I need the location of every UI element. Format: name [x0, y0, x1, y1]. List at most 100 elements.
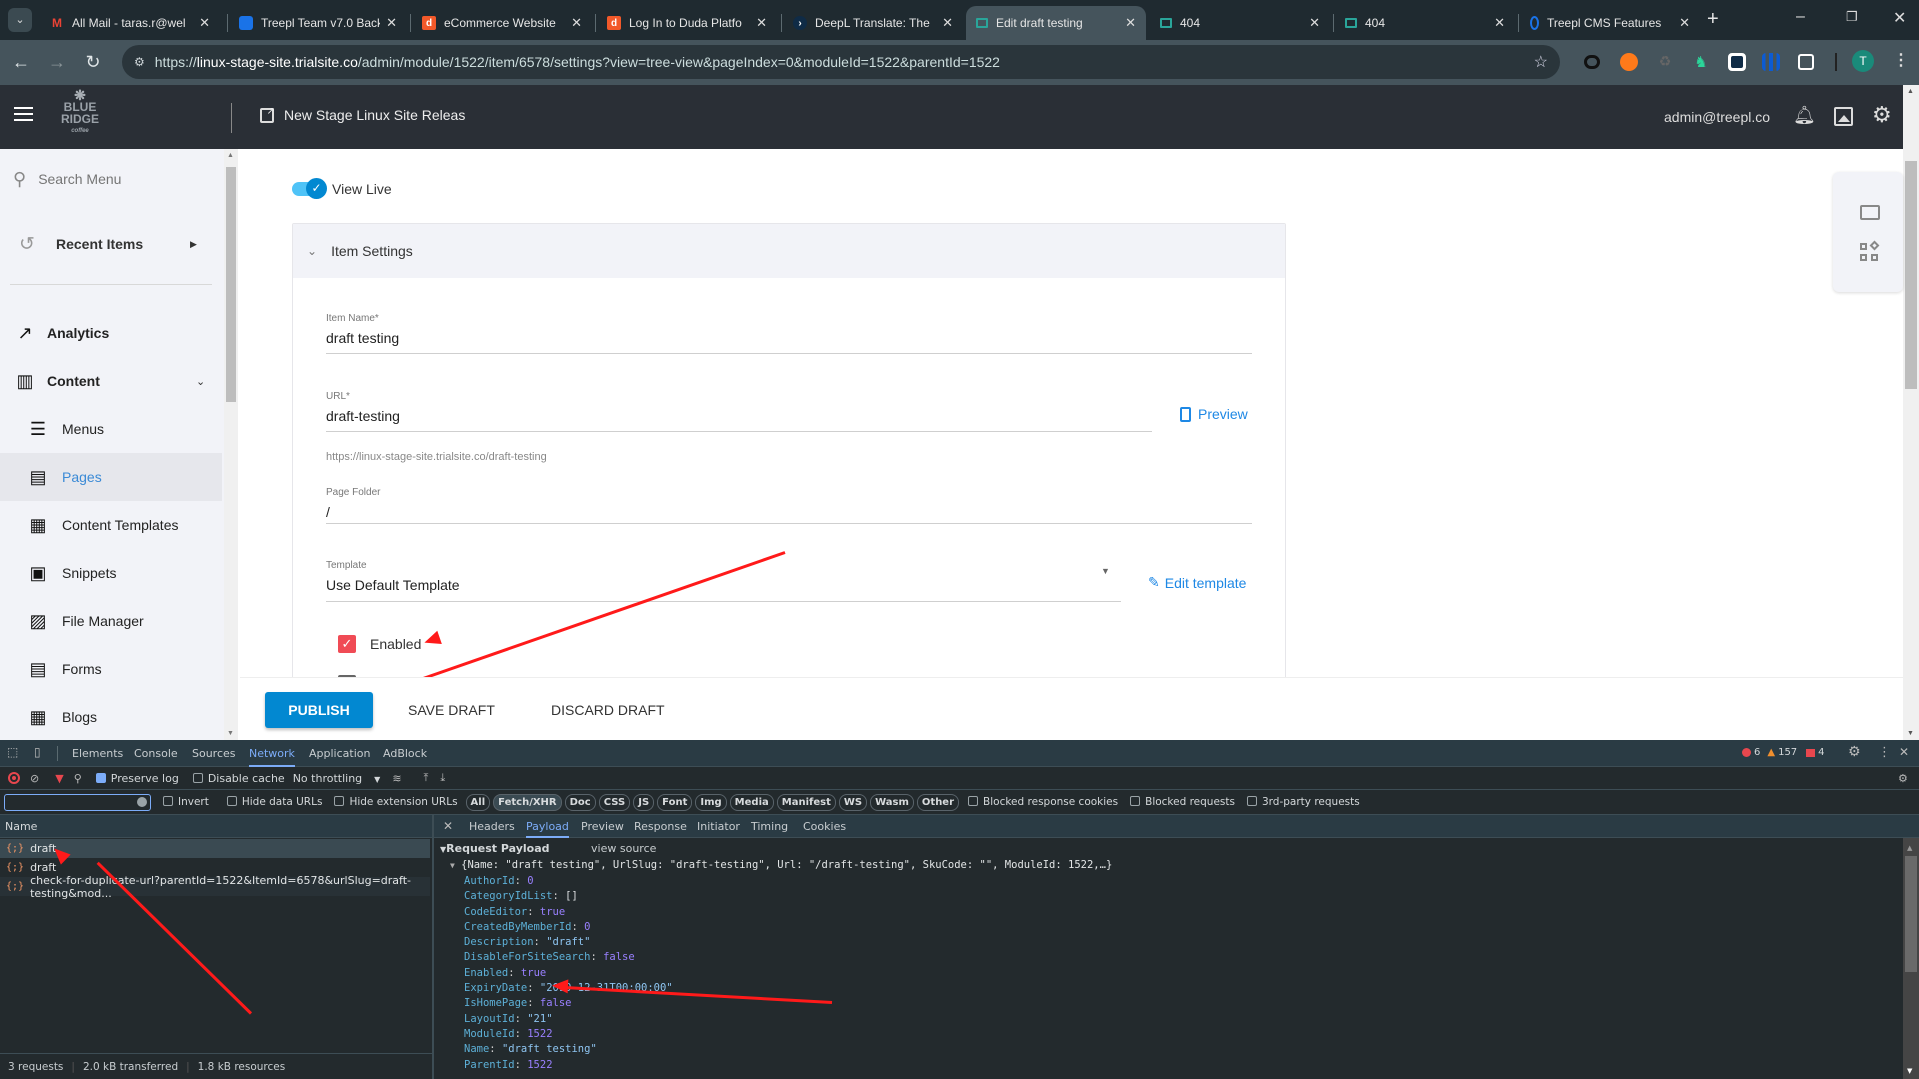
detail-tab-response[interactable]: Response [634, 815, 687, 838]
site-info-icon[interactable]: ⚙ [134, 55, 145, 69]
payload-scroll-thumb[interactable] [1905, 856, 1917, 972]
payload-field[interactable]: DisableForSiteSearch: false [464, 951, 1890, 966]
browser-tab[interactable]: d Log In to Duda Platfo ✕ [597, 6, 777, 40]
devtools-tab-adblock[interactable]: AdBlock [383, 740, 427, 767]
filter-chip-other[interactable]: Other [916, 793, 960, 811]
folder-icon[interactable] [1860, 205, 1880, 220]
dropdown-arrow-icon[interactable]: ▼ [1101, 566, 1110, 576]
sidebar-item-content[interactable]: ▥ Content ⌄ [0, 357, 222, 405]
extension-link-icon[interactable] [1584, 55, 1600, 69]
close-tab-icon[interactable]: ✕ [199, 15, 210, 31]
filter-chip-font[interactable]: Font [657, 793, 693, 811]
requests-detail-divider[interactable] [432, 815, 434, 1079]
devtools-tab-application[interactable]: Application [309, 740, 370, 767]
hamburger-menu-icon[interactable] [14, 107, 33, 121]
sidebar-item-forms[interactable]: ▤ Forms [0, 645, 222, 693]
device-toolbar-icon[interactable]: ▯ [34, 745, 41, 759]
sidebar-item-file-manager[interactable]: ▨ File Manager [0, 597, 222, 645]
payload-field[interactable]: CategoryIdList: [] [464, 890, 1890, 905]
restore-window-button[interactable]: ❐ [1846, 9, 1858, 25]
browser-tab[interactable]: 404 ✕ [1150, 6, 1330, 40]
widgets-icon[interactable] [1860, 240, 1880, 262]
browser-tab[interactable]: d eCommerce Website ✕ [412, 6, 592, 40]
payload-field[interactable]: CodeEditor: true [464, 906, 1890, 921]
third-party-checkbox[interactable]: 3rd-party requests [1246, 796, 1360, 808]
close-tab-icon[interactable]: ✕ [386, 15, 397, 31]
filter-chip-js[interactable]: JS [633, 793, 655, 811]
record-stop-icon[interactable] [8, 772, 20, 784]
toggle-switch[interactable]: ✓ [292, 178, 327, 199]
page-folder-input[interactable]: / [326, 504, 330, 520]
notifications-bell-icon[interactable]: 🔔︎ [1793, 105, 1816, 126]
filter-chip-css[interactable]: CSS [598, 793, 631, 811]
payload-field[interactable]: LayoutId: "21" [464, 1013, 1890, 1028]
detail-tab-initiator[interactable]: Initiator [697, 815, 740, 838]
devtools-tab-elements[interactable]: Elements [72, 740, 123, 767]
detail-tab-cookies[interactable]: Cookies [803, 815, 846, 838]
filter-chip-doc[interactable]: Doc [564, 793, 596, 811]
browser-tab[interactable]: Edit draft testing ✕ [966, 6, 1146, 40]
preview-link[interactable]: Preview [1180, 406, 1248, 422]
devtools-close-icon[interactable]: ✕ [1899, 745, 1909, 759]
back-button[interactable]: ← [10, 52, 32, 73]
media-image-icon[interactable] [1834, 107, 1853, 126]
url-input[interactable]: draft-testing [326, 408, 400, 424]
clear-log-icon[interactable]: ⊘ [30, 772, 39, 785]
view-live-toggle[interactable]: ✓ View Live [292, 178, 392, 199]
devtools-tab-sources[interactable]: Sources [192, 740, 236, 767]
extension-deepl-icon[interactable] [1728, 53, 1746, 71]
sidebar-item-menus[interactable]: ☰ Menus [0, 405, 222, 453]
close-tab-icon[interactable]: ✕ [1309, 15, 1320, 31]
blocked-requests-checkbox[interactable]: Blocked requests [1130, 796, 1235, 808]
extension-recycle-icon[interactable]: ♻ [1656, 53, 1674, 71]
edit-template-link[interactable]: ✎ Edit template [1148, 574, 1246, 591]
hide-data-urls-checkbox[interactable]: Hide data URLs [226, 796, 322, 808]
disable-cache-checkbox[interactable]: Disable cache [192, 772, 285, 785]
detail-tab-timing[interactable]: Timing [751, 815, 788, 838]
filter-chip-media[interactable]: Media [729, 793, 774, 811]
preserve-log-checkbox[interactable]: Preserve log [95, 772, 179, 785]
filter-chip-all[interactable]: All [465, 793, 491, 811]
browser-menu-icon[interactable]: ⋮ [1893, 50, 1909, 70]
item-name-input[interactable]: draft testing [326, 330, 399, 346]
sidebar-item-content-templates[interactable]: ▦ Content Templates [0, 501, 222, 549]
browser-tab[interactable]: › DeepL Translate: The ✕ [783, 6, 963, 40]
view-source-link[interactable]: view source [591, 842, 656, 855]
sidebar-search[interactable]: ⚲ [0, 159, 222, 199]
filter-chip-ws[interactable]: WS [838, 793, 868, 811]
publish-button[interactable]: PUBLISH [265, 692, 373, 728]
devtools-more-icon[interactable]: ⋮ [1878, 745, 1891, 760]
close-window-button[interactable]: ✕ [1893, 8, 1906, 28]
filter-input[interactable] [4, 793, 151, 811]
clear-filter-icon[interactable] [137, 796, 147, 807]
enabled-checkbox[interactable]: ✓ Enabled [338, 635, 421, 653]
browser-tab[interactable]: Treepl CMS Features ✕ [1520, 6, 1700, 40]
blocked-cookies-checkbox[interactable]: Blocked response cookies [968, 796, 1118, 808]
invert-checkbox[interactable]: Invert [163, 796, 209, 808]
detail-tab-preview[interactable]: Preview [581, 815, 624, 838]
extensions-puzzle-icon[interactable] [1798, 54, 1814, 70]
tab-search-button[interactable]: ⌄ [8, 8, 32, 32]
item-settings-header[interactable]: ⌄ Item Settings [293, 224, 1285, 278]
export-har-icon[interactable]: ⤓ [440, 771, 445, 785]
browser-tab[interactable]: Treepl Team v7.0 Back ✕ [229, 6, 407, 40]
throttling-select[interactable]: No throttling ▼ [293, 772, 381, 785]
sidebar-item-analytics[interactable]: ↗ Analytics [0, 309, 222, 357]
close-tab-icon[interactable]: ✕ [1494, 15, 1505, 31]
page-scrollbar[interactable]: ▲ ▼ [1903, 85, 1919, 740]
detail-tab-headers[interactable]: Headers [469, 815, 515, 838]
issue-counters[interactable]: 6 ▲ 157 4 [1742, 747, 1825, 758]
sidebar-scroll-thumb[interactable] [226, 167, 236, 402]
close-tab-icon[interactable]: ✕ [1125, 15, 1136, 31]
filter-chip-wasm[interactable]: Wasm [870, 793, 914, 811]
sidebar-item-pages[interactable]: ▤ Pages [0, 453, 222, 501]
devtools-settings-icon[interactable]: ⚙ [1848, 744, 1861, 760]
close-tab-icon[interactable]: ✕ [756, 15, 767, 31]
detail-tab-payload[interactable]: Payload [526, 815, 569, 838]
extension-green-icon[interactable]: ♞ [1692, 53, 1710, 71]
payload-field[interactable]: Description: "draft" [464, 936, 1890, 951]
request-payload-header[interactable]: ▼Request Payload view source [440, 842, 1890, 858]
name-column-header[interactable]: Name [5, 820, 37, 833]
template-select[interactable]: Use Default Template [326, 577, 460, 593]
minimize-window-button[interactable]: – [1796, 8, 1805, 26]
